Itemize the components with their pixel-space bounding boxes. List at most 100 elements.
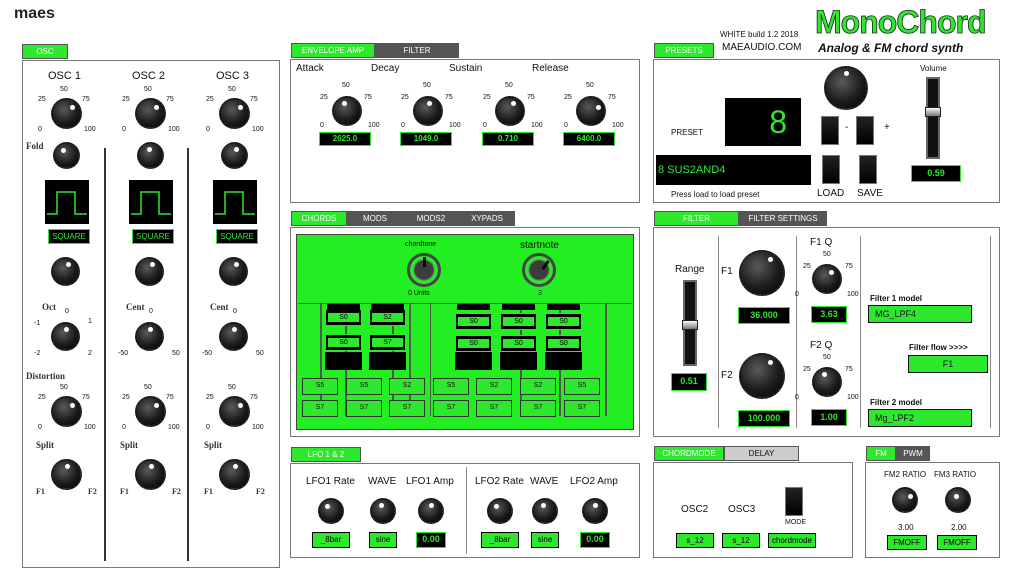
startnote-knob[interactable] <box>522 253 556 287</box>
lfo-knob-0[interactable] <box>318 498 344 524</box>
lfo-value-3[interactable]: _8bar <box>481 532 519 548</box>
osc2-wave-select[interactable]: SQUARE <box>132 229 174 244</box>
preset-next-button[interactable] <box>856 116 874 145</box>
tab-envelope-amp[interactable]: ENVELOPE AMP <box>291 43 375 58</box>
chord-step-button[interactable]: S7 <box>433 400 469 417</box>
tab-fm[interactable]: FM <box>866 446 896 461</box>
tab-mods2[interactable]: MODS2 <box>403 211 459 226</box>
range-fader[interactable] <box>682 280 698 366</box>
osc3-distortion-knob[interactable] <box>219 396 250 427</box>
tab-mods[interactable]: MODS <box>347 211 403 226</box>
osc3-shape-knob[interactable] <box>219 257 248 286</box>
osc3-split-knob[interactable] <box>219 459 250 490</box>
tab-filter[interactable]: FILTER <box>654 211 739 226</box>
lfo-value-1[interactable]: sine <box>369 532 397 548</box>
fm3-ratio-knob[interactable] <box>945 487 971 513</box>
chord-step-button[interactable]: S2 <box>389 378 425 395</box>
env-attack-knob[interactable] <box>332 96 362 126</box>
chord-slot[interactable]: S2 <box>369 309 406 326</box>
lfo-knob-3[interactable] <box>487 498 513 524</box>
lfo-knob-2[interactable] <box>418 498 444 524</box>
osc2-distortion-knob[interactable] <box>135 396 166 427</box>
env-decay-knob[interactable] <box>413 96 443 126</box>
osc1-wave-select[interactable]: SQUARE <box>48 229 90 244</box>
filter-flow-select[interactable]: F1 <box>908 355 988 373</box>
tab-osc[interactable]: OSC <box>22 44 68 59</box>
load-button[interactable] <box>822 155 840 184</box>
f2q-knob[interactable] <box>812 367 842 397</box>
chord-step-button[interactable]: S7 <box>520 400 556 417</box>
chord-slot[interactable]: S7 <box>369 334 406 351</box>
osc1-shape-knob[interactable] <box>51 257 80 286</box>
filter1-model-select[interactable]: MG_LPF4 <box>868 305 972 323</box>
chord-slot[interactable]: S0 <box>500 335 537 352</box>
tab-presets[interactable]: PRESETS <box>654 43 714 58</box>
osc3-fold-knob[interactable] <box>221 142 248 169</box>
chordtone-knob[interactable] <box>407 253 441 287</box>
tab-chords[interactable]: CHORDS <box>291 211 347 226</box>
f1-cutoff-knob[interactable] <box>739 250 785 296</box>
chord-step-button[interactable]: S2 <box>476 378 512 395</box>
filter2-model-select[interactable]: Mg_LPF2 <box>868 409 972 427</box>
range-fader-cap[interactable] <box>682 320 698 330</box>
osc2-shape-knob[interactable] <box>135 257 164 286</box>
mode-toggle-button[interactable] <box>785 487 803 516</box>
osc3-mod-knob[interactable] <box>219 322 248 351</box>
osc1-split-knob[interactable] <box>51 459 82 490</box>
fm3-toggle-button[interactable]: FMOFF <box>937 535 977 550</box>
osc2-split-knob[interactable] <box>135 459 166 490</box>
chord-step-button[interactable]: S5 <box>433 378 469 395</box>
chord-slot[interactable]: S0 <box>500 313 537 330</box>
osc3-wave-select[interactable]: SQUARE <box>216 229 258 244</box>
fm2-ratio-knob[interactable] <box>892 487 918 513</box>
osc2-fold-knob[interactable] <box>137 142 164 169</box>
tab-pwm[interactable]: PWM <box>896 446 930 461</box>
chord-step-button[interactable]: S5 <box>564 378 600 395</box>
chord-step-button[interactable]: S7 <box>302 400 338 417</box>
osc2-mod-knob[interactable] <box>135 322 164 351</box>
volume-fader-cap[interactable] <box>925 106 941 117</box>
chord-step-button[interactable]: S7 <box>476 400 512 417</box>
f2-cutoff-knob[interactable] <box>739 353 785 399</box>
chord-slot[interactable]: S0 <box>325 334 362 351</box>
lfo-value-0[interactable]: _8bar <box>312 532 350 548</box>
tab-lfo[interactable]: LFO 1 & 2 <box>291 447 361 462</box>
chord-step-button[interactable]: S7 <box>389 400 425 417</box>
chord-slot[interactable]: S0 <box>325 309 362 326</box>
chordmode-osc2-select[interactable]: s_12 <box>676 533 714 548</box>
preset-select-knob[interactable] <box>824 66 868 110</box>
osc1-fold-knob[interactable] <box>53 142 80 169</box>
tab-filter-settings[interactable]: FILTER SETTINGS <box>739 211 827 226</box>
lfo-knob-4[interactable] <box>532 498 558 524</box>
tab-xypads[interactable]: XYPADS <box>459 211 515 226</box>
lfo-knob-5[interactable] <box>582 498 608 524</box>
chordmode-osc3-select[interactable]: s_12 <box>722 533 760 548</box>
lfo-value-4[interactable]: sine <box>531 532 559 548</box>
tab-delay[interactable]: DELAY <box>724 446 799 461</box>
fm2-toggle-button[interactable]: FMOFF <box>887 535 927 550</box>
osc1-distortion-knob[interactable] <box>51 396 82 427</box>
chord-step-button[interactable]: S7 <box>346 400 382 417</box>
volume-fader[interactable] <box>925 77 941 159</box>
env-release-knob[interactable] <box>576 96 606 126</box>
chord-slot[interactable]: S0 <box>545 313 582 330</box>
osc2-level-knob[interactable] <box>135 98 166 129</box>
tab-filter-env[interactable]: FILTER <box>375 43 459 58</box>
osc1-level-knob[interactable] <box>51 98 82 129</box>
tab-chordmode[interactable]: CHORDMODE <box>654 446 724 461</box>
chord-step-button[interactable]: S5 <box>302 378 338 395</box>
osc1-mod-knob[interactable] <box>51 322 80 351</box>
save-button[interactable] <box>859 155 877 184</box>
preset-prev-button[interactable] <box>821 116 839 145</box>
chord-slot[interactable]: S0 <box>455 313 492 330</box>
osc3-level-knob[interactable] <box>219 98 250 129</box>
lfo-knob-1[interactable] <box>370 498 396 524</box>
chord-slot[interactable]: S0 <box>455 335 492 352</box>
chord-slot[interactable]: S0 <box>545 335 582 352</box>
env-sustain-knob[interactable] <box>495 96 525 126</box>
f1q-knob[interactable] <box>812 264 842 294</box>
chord-step-button[interactable]: S7 <box>564 400 600 417</box>
chordmode-mode-select[interactable]: chordmode <box>768 533 816 548</box>
chord-step-button[interactable]: S2 <box>520 378 556 395</box>
chord-step-button[interactable]: S5 <box>346 378 382 395</box>
